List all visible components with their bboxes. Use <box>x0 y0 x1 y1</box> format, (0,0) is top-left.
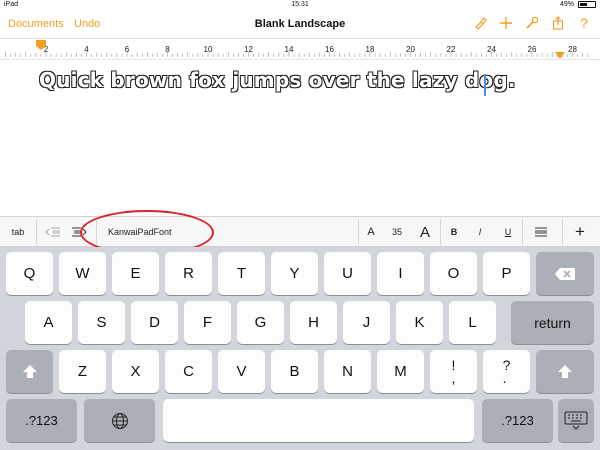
app-window: iPad 15:31 49% Documents Undo Blank Land… <box>0 0 600 450</box>
status-bar: iPad 15:31 49% <box>0 0 600 10</box>
key-k[interactable]: K <box>396 301 443 344</box>
ruler-label: 24 <box>487 45 496 54</box>
key-s[interactable]: S <box>78 301 125 344</box>
ruler-label: 8 <box>165 45 170 54</box>
return-key[interactable]: return <box>511 301 594 344</box>
key-a[interactable]: A <box>25 301 72 344</box>
key-t[interactable]: T <box>218 252 265 295</box>
shift-key-left[interactable] <box>6 350 53 393</box>
italic-button[interactable]: I <box>470 217 490 247</box>
battery-percent: 49% <box>559 1 574 8</box>
globe-key[interactable] <box>84 399 155 442</box>
add-icon[interactable] <box>498 15 514 31</box>
share-icon[interactable] <box>550 15 566 31</box>
numbers-key-right[interactable]: .?123 <box>482 399 553 442</box>
battery-icon <box>578 1 596 8</box>
key-g[interactable]: G <box>237 301 284 344</box>
key-j[interactable]: J <box>343 301 390 344</box>
key-v[interactable]: V <box>218 350 265 393</box>
ruler-label: 28 <box>568 45 577 54</box>
navigation-bar: Documents Undo Blank Landscape ? <box>0 10 600 38</box>
key-u[interactable]: U <box>324 252 371 295</box>
key-f[interactable]: F <box>184 301 231 344</box>
ruler-label: 10 <box>204 45 213 54</box>
ruler-label: 18 <box>366 45 375 54</box>
key-x[interactable]: X <box>112 350 159 393</box>
key-b[interactable]: B <box>271 350 318 393</box>
underline-button[interactable]: U <box>498 217 518 247</box>
document-canvas[interactable]: Quick brown fox jumps over the lazy dog. <box>0 60 600 216</box>
decrease-indent-icon[interactable] <box>40 217 66 247</box>
dismiss-keyboard-key[interactable] <box>558 399 594 442</box>
font-increase-button[interactable]: A <box>414 217 436 247</box>
ruler-label: 26 <box>528 45 537 54</box>
key-o[interactable]: O <box>430 252 477 295</box>
clock: 15:31 <box>291 1 309 8</box>
ruler-scale: 2 4 6 8 10 12 14 16 18 20 22 24 26 28 <box>5 40 588 59</box>
key-e[interactable]: E <box>112 252 159 295</box>
key-w[interactable]: W <box>59 252 106 295</box>
ruler-label: 22 <box>447 45 456 54</box>
key-q[interactable]: Q <box>6 252 53 295</box>
align-left-icon[interactable] <box>530 217 552 247</box>
bold-button[interactable]: B <box>444 217 464 247</box>
ruler-label: 14 <box>285 45 294 54</box>
globe-icon <box>111 412 128 429</box>
delete-icon <box>555 267 575 280</box>
key-question-period[interactable]: ? . <box>483 350 530 393</box>
key-l[interactable]: L <box>449 301 496 344</box>
numbers-key-left[interactable]: .?123 <box>6 399 77 442</box>
ruler-label: 16 <box>325 45 334 54</box>
text-cursor <box>484 74 486 96</box>
font-size-value: 35 <box>391 227 402 237</box>
key-exclamation-comma[interactable]: ! , <box>430 350 477 393</box>
space-bar[interactable] <box>163 399 474 442</box>
keyboard: Q W E R T Y U I O P A S D F G H J K L re… <box>0 247 600 450</box>
ruler-label: 20 <box>406 45 415 54</box>
ruler-label: 12 <box>244 45 253 54</box>
wrench-icon[interactable] <box>524 15 540 31</box>
shift-icon <box>558 364 572 378</box>
document-text[interactable]: Quick brown fox jumps over the lazy dog. <box>39 68 516 92</box>
ruler[interactable]: 2 4 6 8 10 12 14 16 18 20 22 24 26 28 <box>0 38 600 60</box>
key-m[interactable]: M <box>377 350 424 393</box>
ruler-label: 4 <box>84 45 89 54</box>
key-d[interactable]: D <box>131 301 178 344</box>
keyboard-hide-icon <box>564 411 588 430</box>
key-y[interactable]: Y <box>271 252 318 295</box>
tab-button[interactable]: tab <box>0 217 36 247</box>
ruler-label: 6 <box>125 45 130 54</box>
key-n[interactable]: N <box>324 350 371 393</box>
key-p[interactable]: P <box>483 252 530 295</box>
key-r[interactable]: R <box>165 252 212 295</box>
right-margin-marker[interactable] <box>555 52 565 59</box>
insert-button[interactable]: + <box>568 217 592 247</box>
shift-icon <box>22 364 37 378</box>
shift-key-right[interactable] <box>536 350 594 393</box>
key-c[interactable]: C <box>165 350 212 393</box>
help-icon[interactable]: ? <box>576 15 592 31</box>
key-z[interactable]: Z <box>59 350 106 393</box>
font-decrease-button[interactable]: A <box>362 217 380 247</box>
key-h[interactable]: H <box>290 301 337 344</box>
format-brush-icon[interactable] <box>472 15 488 31</box>
key-i[interactable]: I <box>377 252 424 295</box>
backspace-key[interactable] <box>536 252 594 295</box>
